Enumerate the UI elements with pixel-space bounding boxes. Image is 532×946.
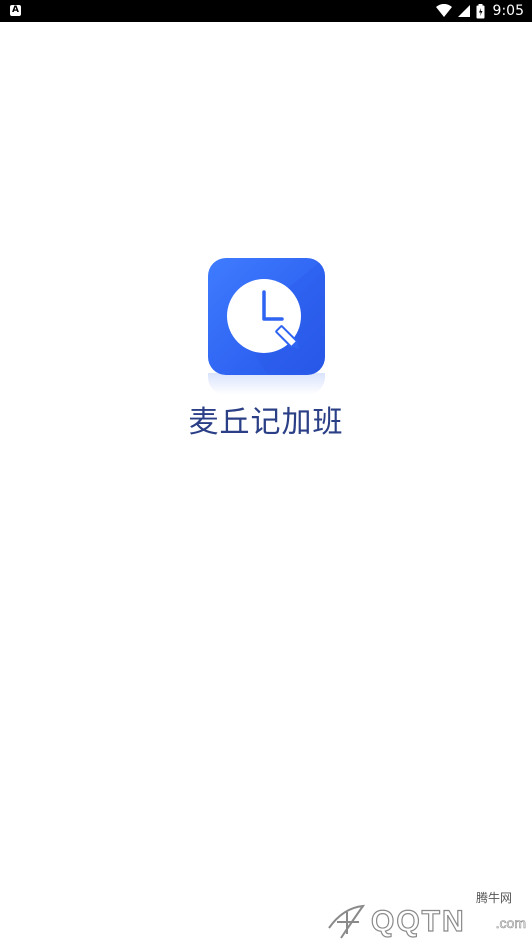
- notification-a-icon: A: [10, 5, 21, 16]
- app-logo: [208, 258, 325, 375]
- logo-reflection: [208, 373, 325, 395]
- status-bar: A 9:05: [0, 0, 532, 22]
- wifi-icon: [435, 4, 452, 17]
- signal-icon: [457, 5, 470, 17]
- status-icons: 9:05: [435, 0, 524, 22]
- watermark-suffix: .com: [495, 915, 526, 932]
- watermark-cn: 腾牛网: [475, 891, 512, 905]
- status-time: 9:05: [492, 3, 524, 19]
- battery-icon: [476, 3, 485, 18]
- watermark: QQTN 腾牛网 .com: [317, 890, 532, 946]
- watermark-text: QQTN: [370, 904, 466, 938]
- watermark-logo-icon: [328, 904, 366, 939]
- app-name: 麦丘记加班: [188, 405, 344, 440]
- clock-pencil-icon: [208, 258, 325, 375]
